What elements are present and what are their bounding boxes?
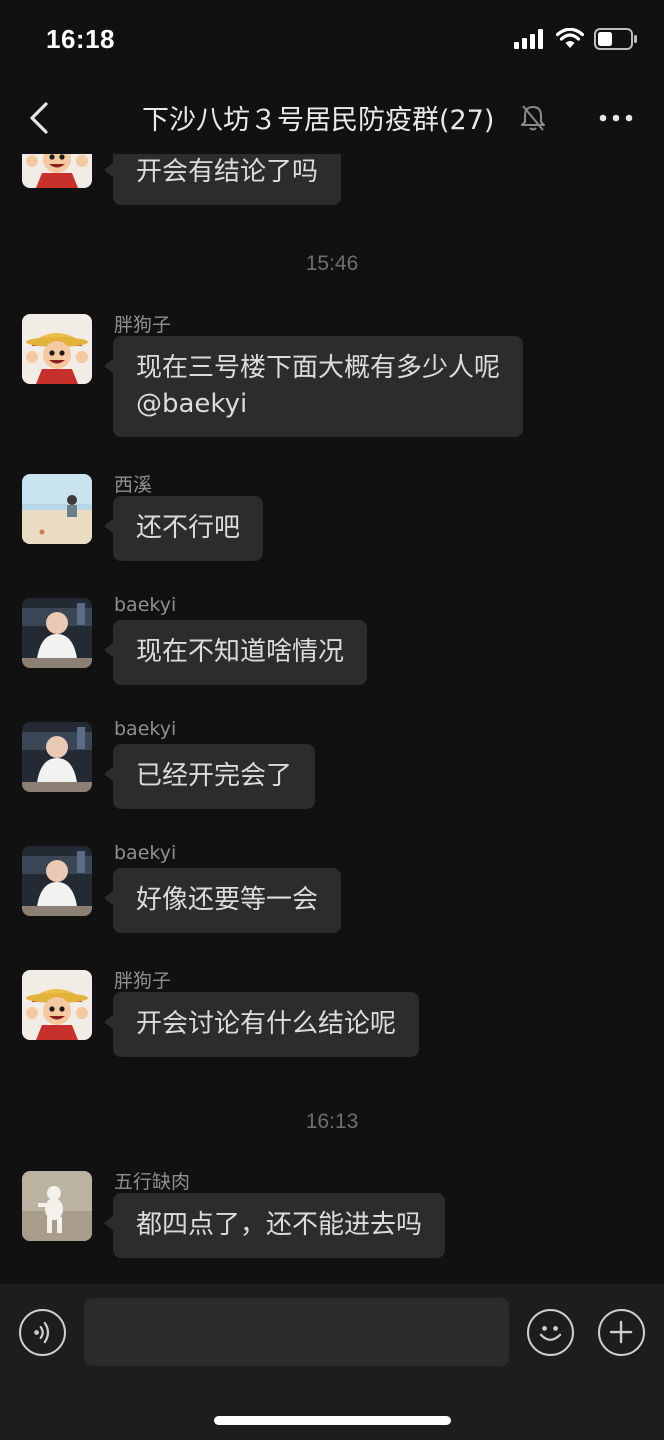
- message-bubble[interactable]: 现在不知道啥情况: [103, 620, 368, 685]
- luffy-avatar[interactable]: [22, 970, 92, 1040]
- timestamp: 16:13: [305, 1110, 359, 1133]
- more-dots-icon[interactable]: [598, 108, 634, 128]
- sender-name: 西溪: [114, 474, 153, 496]
- chat-area[interactable]: 开会有结论了吗 15:46 胖狗子 现在三号楼下面大概有多少人呢 @baekyi…: [0, 154, 664, 1284]
- message-input[interactable]: [84, 1298, 509, 1366]
- plus-icon[interactable]: [598, 1309, 645, 1356]
- input-bar: [0, 1284, 664, 1440]
- message-bubble[interactable]: 已经开完会了: [103, 744, 316, 809]
- timestamp: 15:46: [305, 252, 359, 275]
- message-bubble[interactable]: 好像还要等一会: [103, 868, 342, 933]
- status-bar: 16:18: [0, 0, 664, 82]
- emoji-icon[interactable]: [527, 1309, 574, 1356]
- battery-icon: [594, 28, 637, 50]
- status-time: 16:18: [46, 24, 115, 54]
- sender-name: 胖狗子: [114, 970, 172, 992]
- voice-icon[interactable]: [19, 1309, 66, 1356]
- wifi-icon: [556, 28, 584, 48]
- sender-name: 五行缺肉: [114, 1171, 191, 1193]
- baby-avatar[interactable]: [22, 722, 92, 792]
- nav-bar: 下沙八坊３号居民防疫群(27): [0, 82, 664, 154]
- sender-name: baekyi: [114, 842, 177, 864]
- sand-figure-avatar[interactable]: [22, 1171, 92, 1241]
- sender-name: 胖狗子: [114, 314, 172, 336]
- baby-avatar[interactable]: [22, 598, 92, 668]
- home-indicator[interactable]: [214, 1416, 451, 1425]
- beach-avatar[interactable]: [22, 474, 92, 544]
- cellular-signal-icon: [514, 29, 543, 49]
- group-title: 下沙八坊３号居民防疫群(27): [142, 105, 495, 136]
- message-bubble[interactable]: 还不行吧: [103, 496, 264, 561]
- luffy-avatar[interactable]: [22, 314, 92, 384]
- luffy-avatar[interactable]: [22, 154, 92, 188]
- chevron-left-icon[interactable]: [22, 96, 62, 140]
- message-bubble[interactable]: 都四点了，还不能进去吗: [103, 1193, 446, 1258]
- message-bubble[interactable]: 开会有结论了吗: [103, 154, 342, 205]
- sender-name: baekyi: [114, 718, 177, 740]
- muted-bell-icon: [521, 105, 545, 131]
- sender-name: baekyi: [114, 594, 177, 616]
- status-icons: [514, 28, 638, 50]
- message-bubble[interactable]: 开会讨论有什么结论呢: [103, 992, 420, 1057]
- message-bubble[interactable]: 现在三号楼下面大概有多少人呢 @baekyi: [103, 336, 524, 437]
- baby-avatar[interactable]: [22, 846, 92, 916]
